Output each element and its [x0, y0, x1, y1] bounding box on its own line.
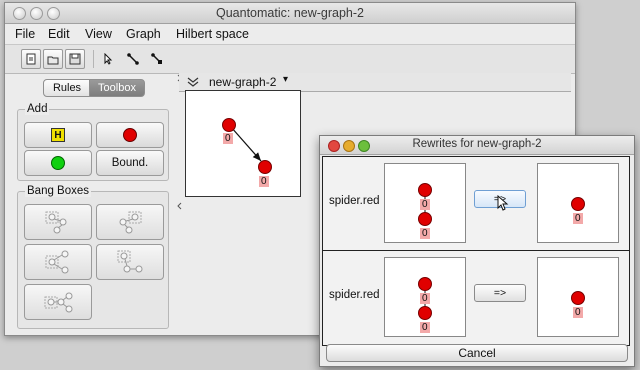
menu-file[interactable]: File	[15, 27, 35, 41]
vertex-label: 0	[420, 322, 430, 333]
graph-vertex[interactable]	[222, 118, 236, 132]
bang-box-button-5[interactable]	[24, 284, 92, 320]
graph-tab-title[interactable]: new-graph-2	[209, 75, 276, 89]
splitter-handle-icon[interactable]	[177, 73, 183, 213]
apply-rewrite-button[interactable]: =>	[474, 284, 526, 302]
graph-canvas[interactable]: 0 0	[185, 90, 301, 197]
add-vertex-tool-icon	[127, 53, 139, 65]
vertex-label: 0	[223, 133, 233, 144]
new-graph-icon	[26, 53, 36, 65]
add-vertex-tool-button[interactable]	[124, 50, 142, 68]
menu-hilbert-space[interactable]: Hilbert space	[176, 27, 249, 41]
vertex-label: 0	[259, 176, 269, 187]
bang-box-icon	[117, 250, 143, 273]
add-group-label: Add	[25, 103, 50, 115]
dialog-title: Rewrites for new-graph-2	[412, 138, 542, 150]
rule-rhs-graph: 0	[537, 257, 619, 337]
rule-rhs-graph: 0	[537, 163, 619, 243]
rewrite-rule-row: spider.red 0 0 => 0	[322, 156, 630, 252]
bang-boxes-group	[17, 191, 169, 329]
bang-box-button-2[interactable]	[96, 204, 164, 240]
mouse-cursor-icon	[497, 195, 509, 211]
new-graph-button[interactable]	[21, 49, 41, 69]
bang-box-button-3[interactable]	[24, 244, 92, 280]
vertex-label: 0	[420, 293, 430, 304]
tab-list-icon[interactable]	[187, 77, 199, 87]
add-group: H Bound.	[17, 109, 169, 181]
graph-vertex[interactable]	[258, 160, 272, 174]
title-bar[interactable]: Quantomatic: new-graph-2	[5, 3, 575, 24]
dialog-title-bar[interactable]: Rewrites for new-graph-2	[320, 136, 634, 155]
add-boundary-button[interactable]: Bound.	[96, 150, 164, 176]
rule-name: spider.red	[329, 195, 380, 207]
left-panel: Rules Toolbox H Bound. Add Bang Boxes	[11, 79, 171, 331]
open-icon	[47, 56, 59, 65]
rhs-vertex	[571, 197, 585, 211]
save-button[interactable]	[65, 49, 85, 69]
bang-boxes-label: Bang Boxes	[25, 185, 92, 197]
add-edge-tool-icon	[151, 53, 162, 64]
toolbar-separator	[93, 50, 94, 68]
bang-box-icon	[45, 250, 69, 274]
chevron-down-icon[interactable]: ▾	[283, 74, 288, 85]
add-red-vertex-button[interactable]	[96, 122, 164, 148]
menu-edit[interactable]: Edit	[48, 27, 70, 41]
add-hadamard-button[interactable]: H	[24, 122, 92, 148]
rule-lhs-graph: 0 0	[384, 257, 466, 337]
graph-edge-arrow	[230, 126, 262, 162]
select-tool-icon	[104, 53, 113, 65]
bang-box-icon	[119, 211, 142, 234]
add-edge-tool-button[interactable]	[148, 50, 166, 68]
tab-toolbox[interactable]: Toolbox	[89, 79, 145, 97]
menu-view[interactable]: View	[85, 27, 112, 41]
open-button[interactable]	[43, 49, 63, 69]
menu-bar: File Edit View Graph Hilbert space	[5, 24, 575, 44]
window-title: Quantomatic: new-graph-2	[216, 6, 364, 20]
save-icon	[69, 53, 81, 65]
rhs-vertex	[571, 291, 585, 305]
lhs-vertex	[418, 212, 432, 226]
lhs-vertex	[418, 306, 432, 320]
green-vertex-icon	[51, 156, 65, 170]
bang-box-icon	[45, 211, 67, 234]
menu-graph[interactable]: Graph	[126, 27, 161, 41]
toolbar	[5, 44, 575, 74]
red-vertex-icon	[123, 128, 137, 142]
hadamard-icon: H	[51, 128, 65, 142]
add-green-vertex-button[interactable]	[24, 150, 92, 176]
rule-name: spider.red	[329, 289, 380, 301]
bang-box-button-1[interactable]	[24, 204, 92, 240]
vertex-label: 0	[420, 228, 430, 239]
vertex-label: 0	[420, 199, 430, 210]
rewrite-rule-row: spider.red 0 0 => 0	[322, 250, 630, 346]
vertex-label: 0	[573, 307, 583, 318]
tab-rules[interactable]: Rules	[43, 79, 91, 97]
cancel-button[interactable]: Cancel	[326, 344, 628, 362]
rule-lhs-graph: 0 0	[384, 163, 466, 243]
lhs-vertex	[418, 277, 432, 291]
lhs-vertex	[418, 183, 432, 197]
bang-box-icon	[44, 292, 73, 313]
rewrites-dialog: Rewrites for new-graph-2 spider.red 0 0 …	[319, 135, 635, 367]
select-tool-button[interactable]	[99, 50, 117, 68]
vertex-label: 0	[573, 213, 583, 224]
bang-box-button-4[interactable]	[96, 244, 164, 280]
